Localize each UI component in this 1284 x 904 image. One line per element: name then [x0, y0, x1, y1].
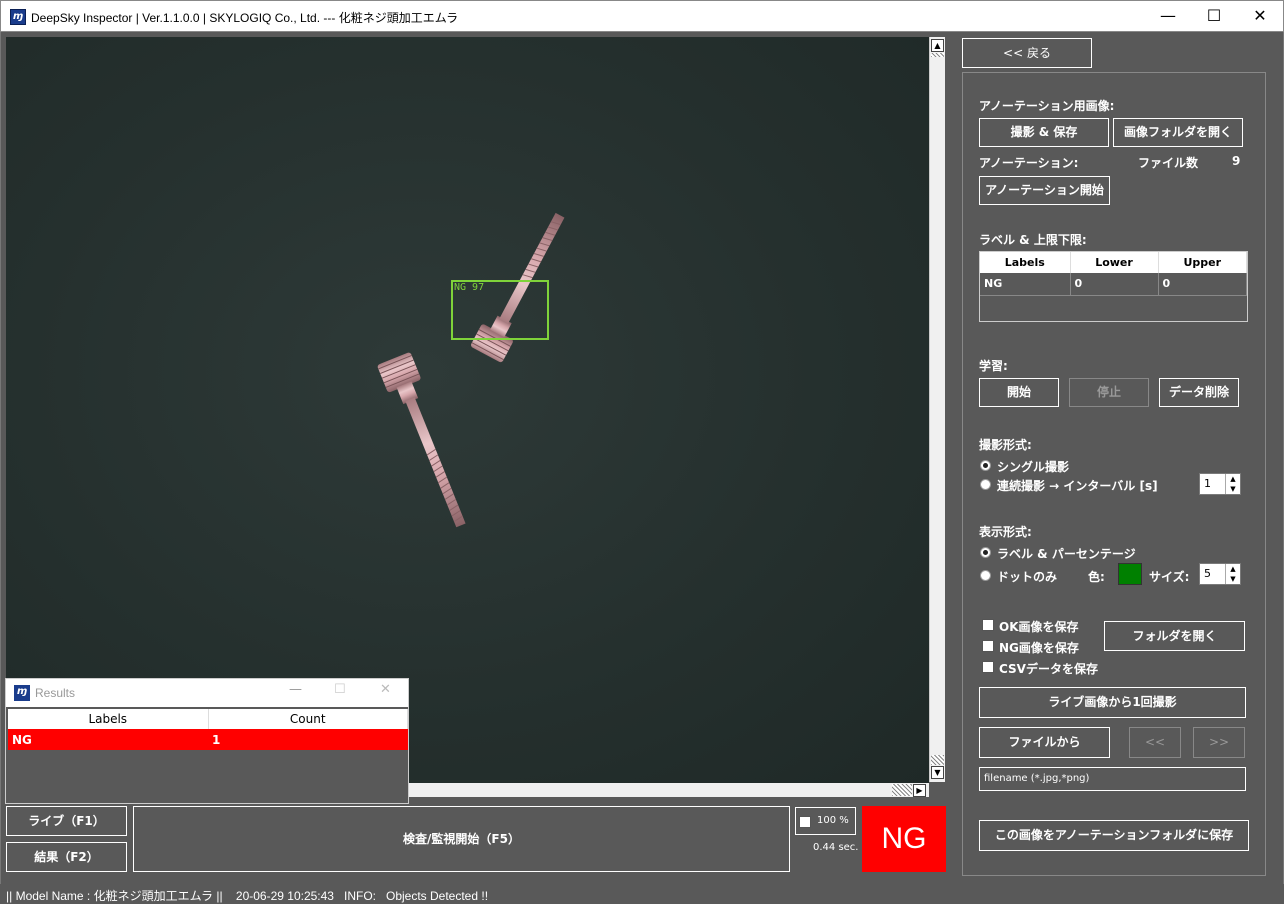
continuous-capture-radio[interactable]: [980, 479, 991, 490]
scroll-thumb-top[interactable]: [931, 53, 944, 57]
scroll-thumb-bottom[interactable]: [931, 755, 944, 765]
size-value: 5: [1204, 567, 1211, 580]
file-count-label: ファイル数: [1138, 156, 1199, 170]
table-row[interactable]: NG 0 0: [980, 273, 1247, 296]
verdict-indicator: NG: [862, 806, 946, 872]
learning-stop-button[interactable]: 停止: [1069, 378, 1149, 407]
label-limits-table[interactable]: Labels Lower Upper NG 0 0: [979, 251, 1248, 322]
label-row-lower[interactable]: 0: [1070, 273, 1159, 296]
results-col-labels: Labels: [8, 709, 209, 729]
capture-once-button[interactable]: ライブ画像から1回撮影: [979, 687, 1246, 718]
results-table: Labels Count NG 1: [8, 709, 408, 750]
results-title: Results: [35, 686, 76, 700]
title-bar: ɱ DeepSky Inspector | Ver.1.1.0.0 | SKYL…: [0, 0, 1284, 32]
results-col-count: Count: [208, 709, 408, 729]
file-count-value: 9: [1232, 154, 1241, 168]
interval-value: 1: [1204, 477, 1211, 490]
save-ok-checkbox[interactable]: [982, 619, 994, 631]
size-label: サイズ:: [1149, 570, 1190, 584]
inspect-start-button[interactable]: 検査/監視開始（F5）: [133, 806, 790, 872]
save-csv-checkbox[interactable]: [982, 661, 994, 673]
save-ok-label: OK画像を保存: [999, 620, 1079, 634]
close-button[interactable]: ✕: [1237, 1, 1283, 32]
zoom-checkbox[interactable]: [799, 816, 811, 828]
label-col-upper: Upper: [1158, 252, 1247, 273]
results-row-label: NG: [8, 729, 208, 750]
scroll-down-arrow-icon[interactable]: ▼: [931, 766, 944, 779]
label-col-labels: Labels: [980, 252, 1071, 273]
learning-label: 学習:: [979, 359, 1008, 373]
from-file-button[interactable]: ファイルから: [979, 727, 1110, 758]
zoom-toggle[interactable]: 100 %: [795, 807, 856, 835]
app-logo-icon: ɱ: [10, 9, 26, 25]
label-percentage-radio[interactable]: [980, 547, 991, 558]
save-ng-label: NG画像を保存: [999, 641, 1079, 655]
capture-save-button[interactable]: 撮影 & 保存: [979, 118, 1109, 147]
dots-only-label: ドットのみ: [997, 570, 1058, 584]
label-col-lower: Lower: [1070, 252, 1159, 273]
stepper-down-icon[interactable]: ▼: [1225, 484, 1240, 494]
open-image-folder-button[interactable]: 画像フォルダを開く: [1113, 118, 1243, 147]
results-title-bar: ɱ Results — ☐ ✕: [6, 679, 408, 707]
results-row-count: 1: [208, 729, 408, 750]
size-stepper[interactable]: 5 ▲ ▼: [1199, 563, 1241, 585]
results-maximize-icon[interactable]: ☐: [334, 682, 346, 697]
label-percentage-label: ラベル & パーセンテージ: [997, 547, 1136, 561]
screw-second: [377, 352, 466, 528]
display-mode-label: 表示形式:: [979, 525, 1032, 539]
dots-only-radio[interactable]: [980, 570, 991, 581]
scroll-right-arrow-icon[interactable]: ▶: [913, 784, 926, 797]
live-button[interactable]: ライブ（F1）: [6, 806, 127, 836]
prev-image-button[interactable]: <<: [1129, 727, 1181, 758]
results-window: ɱ Results — ☐ ✕ Labels Count NG 1: [5, 678, 409, 804]
next-image-button[interactable]: >>: [1193, 727, 1245, 758]
viewer-vertical-scrollbar[interactable]: ▲ ▼: [929, 37, 945, 782]
filename-placeholder: filename (*.jpg,*png): [984, 773, 1090, 784]
annotation-image-label: アノーテーション用画像:: [979, 99, 1115, 113]
label-row-label[interactable]: NG: [980, 273, 1071, 296]
result-button[interactable]: 結果（F2）: [6, 842, 127, 872]
delete-data-button[interactable]: データ削除: [1159, 378, 1239, 407]
scroll-thumb-right[interactable]: [892, 784, 912, 796]
scroll-up-arrow-icon[interactable]: ▲: [931, 39, 944, 52]
screw-image: [377, 212, 565, 528]
interval-stepper[interactable]: 1 ▲ ▼: [1199, 473, 1241, 495]
open-folder-button[interactable]: フォルダを開く: [1104, 621, 1245, 651]
stepper-down-icon[interactable]: ▼: [1225, 574, 1240, 584]
annotation-label: アノーテーション:: [979, 156, 1079, 170]
label-row-upper[interactable]: 0: [1158, 273, 1247, 296]
color-label: 色:: [1088, 570, 1105, 584]
filename-field[interactable]: filename (*.jpg,*png): [979, 767, 1246, 791]
learning-start-button[interactable]: 開始: [979, 378, 1059, 407]
single-capture-radio[interactable]: [980, 460, 991, 471]
capture-mode-label: 撮影形式:: [979, 438, 1032, 452]
annotation-start-button[interactable]: アノーテーション開始: [979, 176, 1110, 205]
single-capture-label: シングル撮影: [997, 460, 1070, 474]
continuous-capture-label: 連続撮影 → インターバル [s]: [997, 479, 1158, 493]
save-csv-label: CSVデータを保存: [999, 662, 1098, 676]
label-limits-label: ラベル & 上限下限:: [979, 233, 1087, 247]
dot-color-swatch[interactable]: [1118, 563, 1142, 585]
window-title: DeepSky Inspector | Ver.1.1.0.0 | SKYLOG…: [31, 11, 459, 25]
maximize-button[interactable]: ☐: [1191, 1, 1237, 32]
save-to-annotation-folder-button[interactable]: この画像をアノーテーションフォルダに保存: [979, 820, 1249, 851]
inference-time: 0.44 sec.: [813, 842, 859, 853]
zoom-label: 100 %: [817, 815, 849, 826]
stepper-up-icon[interactable]: ▲: [1225, 564, 1240, 574]
results-close-icon[interactable]: ✕: [380, 682, 391, 697]
stepper-up-icon[interactable]: ▲: [1225, 474, 1240, 484]
results-app-icon: ɱ: [14, 685, 30, 701]
minimize-button[interactable]: —: [1145, 1, 1191, 32]
table-row[interactable]: NG 1: [8, 729, 408, 750]
status-bar: || Model Name : 化粧ネジ頭加工エムラ || 20-06-29 1…: [0, 884, 1284, 904]
save-ng-checkbox[interactable]: [982, 640, 994, 652]
back-button[interactable]: << 戻る: [962, 38, 1092, 68]
results-minimize-icon[interactable]: —: [289, 682, 302, 697]
detection-label: NG 97: [454, 282, 485, 293]
camera-image-viewer[interactable]: NG 97: [6, 37, 929, 783]
